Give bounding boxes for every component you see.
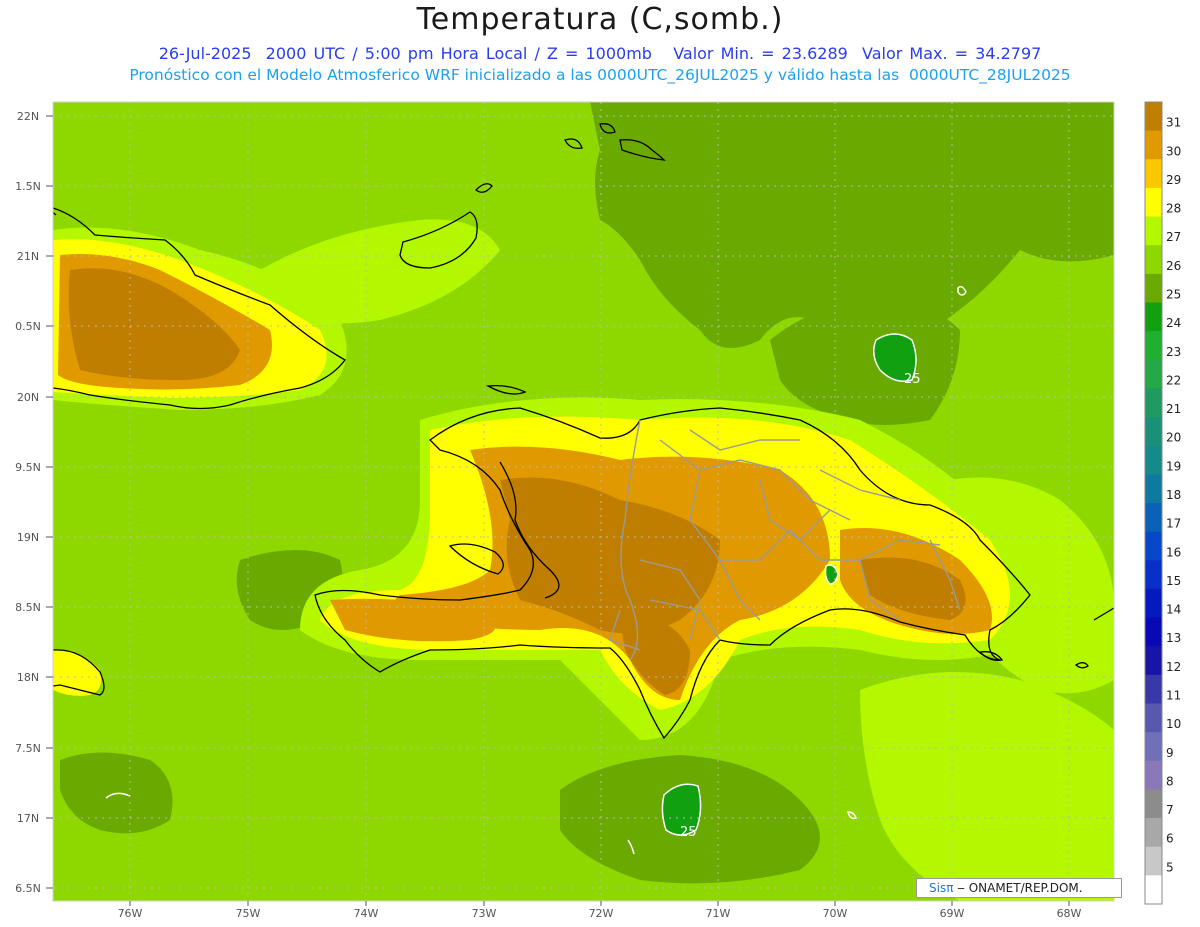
colorbar-label: 18	[1166, 488, 1181, 502]
lat-label: 8.5N	[15, 601, 41, 614]
colorbar-label: 26	[1166, 259, 1181, 273]
colorbar-swatch	[1145, 159, 1162, 189]
colorbar-label: 25	[1166, 288, 1181, 302]
colorbar-swatch	[1145, 102, 1162, 132]
colorbar-swatch	[1145, 760, 1162, 790]
temperature-field: 25 25	[53, 102, 1114, 901]
colorbar-swatch	[1145, 875, 1162, 905]
colorbar-label: 27	[1166, 230, 1181, 244]
lon-label: 68W	[1057, 907, 1082, 920]
credit-text: ‒ ONAMET/REP.DOM.	[953, 881, 1083, 895]
lon-label: 70W	[823, 907, 848, 920]
colorbar-label: 22	[1166, 373, 1181, 387]
colorbar-label: 8	[1166, 774, 1174, 788]
lat-label: 17N	[17, 812, 39, 825]
lat-label: 6.5N	[15, 882, 41, 895]
lon-label: 74W	[354, 907, 379, 920]
sispi-logo: Sisπ	[929, 881, 954, 895]
credit-box: Sisπ ‒ ONAMET/REP.DOM.	[916, 878, 1122, 898]
colorbar-label: 29	[1166, 173, 1181, 187]
contour-label-25-northeast: 25	[904, 372, 921, 387]
colorbar-label: 31	[1166, 116, 1181, 130]
temperature-map: 25 25 22N 1.5N 21N 0.5N 20N 9.5N 19N 8.5…	[15, 101, 1181, 920]
longitude-axis: 76W 75W 74W 73W 72W 71W 70W 69W 68W	[118, 901, 1082, 920]
colorbar-label: 12	[1166, 660, 1181, 674]
lat-label: 7.5N	[15, 742, 41, 755]
colorbar-label: 28	[1166, 202, 1181, 216]
colorbar-label: 10	[1166, 717, 1181, 731]
colorbar-swatch	[1145, 216, 1162, 246]
colorbar-label: 5	[1166, 860, 1174, 874]
lat-label: 9.5N	[15, 461, 41, 474]
colorbar-swatch	[1145, 245, 1162, 275]
colorbar-label: 24	[1166, 316, 1181, 330]
lon-label: 69W	[940, 907, 965, 920]
colorbar-swatch	[1145, 674, 1162, 704]
colorbar-swatch	[1145, 302, 1162, 332]
colorbar-label: 20	[1166, 431, 1181, 445]
colorbar-label: 30	[1166, 144, 1181, 158]
lat-label: 21N	[17, 250, 39, 263]
colorbar-swatch	[1145, 388, 1162, 418]
lon-label: 71W	[706, 907, 731, 920]
colorbar-label: 23	[1166, 345, 1181, 359]
colorbar-label: 19	[1166, 459, 1181, 473]
colorbar-swatch	[1145, 646, 1162, 676]
lat-label: 18N	[17, 671, 39, 684]
colorbar-label: 14	[1166, 603, 1181, 617]
colorbar-label: 17	[1166, 517, 1181, 531]
lon-label: 76W	[118, 907, 143, 920]
colorbar-swatch	[1145, 331, 1162, 361]
colorbar-swatch	[1145, 130, 1162, 160]
colorbar-label: 9	[1166, 746, 1174, 760]
lat-label: 1.5N	[15, 180, 41, 193]
colorbar-swatch	[1145, 445, 1162, 475]
colorbar-swatch	[1145, 617, 1162, 647]
colorbar-label: 13	[1166, 631, 1181, 645]
lat-label: 0.5N	[15, 320, 41, 333]
colorbar-swatch	[1145, 187, 1162, 218]
lat-label: 20N	[17, 391, 39, 404]
colorbar-swatch	[1145, 560, 1162, 590]
colorbar-label: 15	[1166, 574, 1181, 588]
colorbar-swatch	[1145, 703, 1162, 733]
lat-label: 22N	[17, 110, 39, 123]
coast-jamaica-west	[53, 648, 54, 650]
colorbar-swatch	[1145, 818, 1162, 848]
colorbar-swatch	[1145, 359, 1162, 389]
colorbar-swatch	[1145, 417, 1162, 447]
latitude-axis: 22N 1.5N 21N 0.5N 20N 9.5N 19N 8.5N 18N …	[15, 110, 53, 895]
lat-label: 19N	[17, 531, 39, 544]
colorbar-swatch	[1145, 846, 1162, 876]
colorbar-swatch	[1145, 588, 1162, 619]
colorbar-label: 16	[1166, 545, 1181, 559]
colorbar-swatch	[1145, 732, 1162, 762]
lon-label: 72W	[589, 907, 614, 920]
colorbar-swatch	[1145, 273, 1162, 303]
colorbar-label: 6	[1166, 832, 1174, 846]
colorbar-swatch	[1145, 531, 1162, 561]
colorbar-swatch	[1145, 474, 1162, 504]
colorbar-label: 7	[1166, 803, 1174, 817]
colorbar-swatch	[1145, 503, 1162, 533]
contour-label-25-south: 25	[680, 825, 697, 840]
colorbar-legend: 31 30 29 28 27 26 25 24 23 22 21 20 19 18 17 16 15 14 13 12…	[1144, 101, 1181, 905]
lon-label: 73W	[472, 907, 497, 920]
colorbar-label: 11	[1166, 689, 1181, 703]
lon-label: 75W	[236, 907, 261, 920]
colorbar-swatch	[1145, 789, 1162, 819]
colorbar-label: 21	[1166, 402, 1181, 416]
